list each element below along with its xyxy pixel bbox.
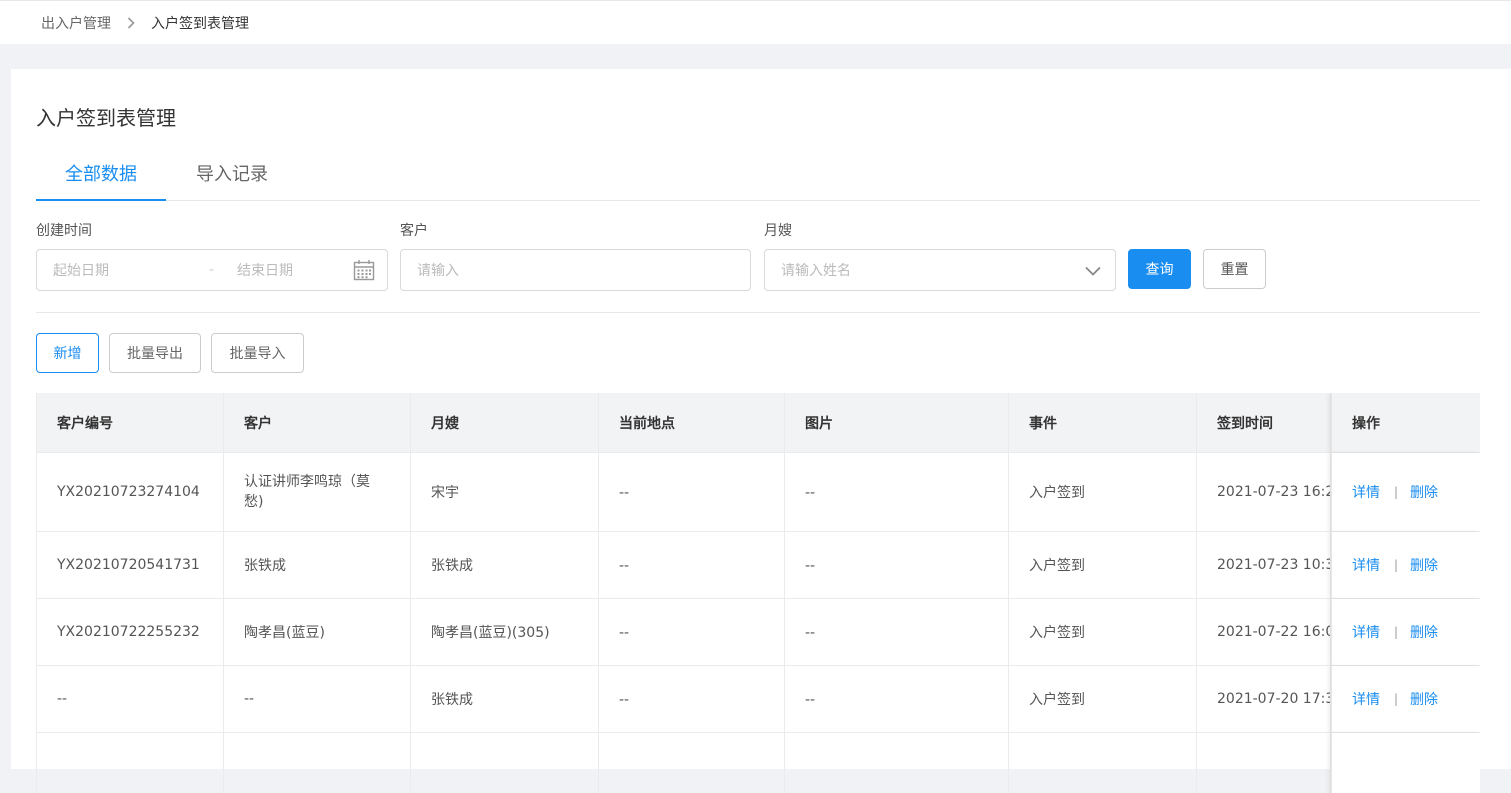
- cell-empty: [411, 733, 599, 793]
- cell-location: --: [599, 599, 785, 665]
- customer-input[interactable]: 请输入: [400, 249, 751, 291]
- cell-actions: 详情 | 删除: [1331, 453, 1480, 531]
- cell-image: --: [785, 453, 1009, 531]
- content-card: 入户签到表管理 全部数据 导入记录 创建时间 客户 月嫂 起始日期 - 结束日期…: [11, 69, 1511, 793]
- chevron-right-icon: [127, 16, 135, 29]
- action-separator: |: [1394, 625, 1399, 639]
- action-separator: |: [1394, 558, 1399, 572]
- cell-actions: 详情 | 删除: [1331, 666, 1480, 732]
- cell-customer-id: --: [37, 666, 224, 732]
- column-header: 客户编号: [37, 393, 224, 452]
- nanny-select[interactable]: 请输入姓名: [764, 249, 1116, 291]
- breadcrumb-parent[interactable]: 出入户管理: [41, 13, 111, 33]
- query-button[interactable]: 查询: [1128, 249, 1191, 289]
- cell-checkin-time: 2021-07-23 10:3: [1197, 532, 1331, 598]
- cell-customer-id: YX20210722255232: [37, 599, 224, 665]
- cell-checkin-time: 2021-07-20 17:3: [1197, 666, 1331, 732]
- cell-event: 入户签到: [1009, 599, 1197, 665]
- cell-empty: [37, 733, 224, 793]
- cell-actions: 详情 | 删除: [1331, 532, 1480, 598]
- column-header: 客户: [224, 393, 411, 452]
- breadcrumb-current: 入户签到表管理: [151, 15, 249, 32]
- cell-image: --: [785, 666, 1009, 732]
- cell-location: --: [599, 666, 785, 732]
- detail-link[interactable]: 详情: [1352, 482, 1380, 502]
- divider: [36, 312, 1480, 313]
- batch-export-button[interactable]: 批量导出: [109, 333, 201, 373]
- customer-label: 客户: [400, 223, 428, 239]
- cell-location: --: [599, 453, 785, 531]
- cell-event: 入户签到: [1009, 532, 1197, 598]
- cell-customer: 认证讲师李鸣琼（莫愁): [224, 453, 411, 531]
- tab-bar: 全部数据 导入记录: [36, 149, 1480, 201]
- table-row: YX20210723274104 认证讲师李鸣琼（莫愁) 宋宇 -- -- 入户…: [37, 453, 1480, 532]
- delete-link[interactable]: 删除: [1410, 622, 1438, 642]
- detail-link[interactable]: 详情: [1352, 622, 1380, 642]
- range-separator: -: [209, 262, 215, 278]
- cell-nanny: 宋宇: [411, 453, 599, 531]
- cell-empty: [1197, 733, 1331, 793]
- column-header: 月嫂: [411, 393, 599, 452]
- chevron-down-icon[interactable]: [1085, 264, 1101, 280]
- cell-nanny: 陶孝昌(蓝豆)(305): [411, 599, 599, 665]
- column-header: 操作: [1331, 393, 1480, 452]
- add-button[interactable]: 新增: [36, 333, 99, 373]
- calendar-icon[interactable]: [353, 259, 375, 285]
- detail-link[interactable]: 详情: [1352, 689, 1380, 709]
- page-title: 入户签到表管理: [36, 106, 176, 130]
- column-header: 签到时间: [1197, 393, 1331, 452]
- cell-customer: 陶孝昌(蓝豆): [224, 599, 411, 665]
- end-date-field[interactable]: 结束日期: [237, 260, 293, 280]
- cell-customer-id: YX20210723274104: [37, 453, 224, 531]
- delete-link[interactable]: 删除: [1410, 689, 1438, 709]
- reset-button[interactable]: 重置: [1203, 249, 1266, 289]
- cell-customer: --: [224, 666, 411, 732]
- start-date-field[interactable]: 起始日期: [53, 260, 109, 280]
- cell-customer: 张铁成: [224, 532, 411, 598]
- checkin-table: 客户编号 客户 月嫂 当前地点 图片 事件 签到时间 操作 YX20210723…: [36, 393, 1480, 793]
- cell-actions: 详情 | 删除: [1331, 599, 1480, 665]
- cell-nanny: 张铁成: [411, 666, 599, 732]
- column-header: 当前地点: [599, 393, 785, 452]
- cell-event: 入户签到: [1009, 666, 1197, 732]
- cell-image: --: [785, 532, 1009, 598]
- cell-checkin-time: 2021-07-22 16:0: [1197, 599, 1331, 665]
- cell-empty: [224, 733, 411, 793]
- cell-checkin-time: 2021-07-23 16:2: [1197, 453, 1331, 531]
- cell-event: 入户签到: [1009, 453, 1197, 531]
- table-row: YX20210722255232 陶孝昌(蓝豆) 陶孝昌(蓝豆)(305) --…: [37, 599, 1480, 666]
- batch-import-button[interactable]: 批量导入: [211, 333, 304, 373]
- action-separator: |: [1394, 485, 1399, 499]
- cell-customer-id: YX20210720541731: [37, 532, 224, 598]
- table-row: [37, 733, 1480, 793]
- date-range-picker[interactable]: 起始日期 - 结束日期: [36, 249, 388, 291]
- action-separator: |: [1394, 692, 1399, 706]
- cell-image: --: [785, 599, 1009, 665]
- delete-link[interactable]: 删除: [1410, 482, 1438, 502]
- tab-all-data[interactable]: 全部数据: [36, 149, 166, 201]
- cell-empty: [599, 733, 785, 793]
- cell-empty: [1009, 733, 1197, 793]
- table-row: YX20210720541731 张铁成 张铁成 -- -- 入户签到 2021…: [37, 532, 1480, 599]
- column-header: 事件: [1009, 393, 1197, 452]
- nanny-label: 月嫂: [764, 223, 792, 239]
- table-header-row: 客户编号 客户 月嫂 当前地点 图片 事件 签到时间 操作: [37, 393, 1480, 453]
- column-header: 图片: [785, 393, 1009, 452]
- breadcrumb: 出入户管理 入户签到表管理: [0, 0, 1511, 44]
- nanny-select-placeholder: 请输入姓名: [781, 263, 851, 279]
- cell-empty: [785, 733, 1009, 793]
- delete-link[interactable]: 删除: [1410, 555, 1438, 575]
- cell-nanny: 张铁成: [411, 532, 599, 598]
- tab-import-records[interactable]: 导入记录: [196, 149, 268, 201]
- table-row: -- -- 张铁成 -- -- 入户签到 2021-07-20 17:3 详情 …: [37, 666, 1480, 733]
- cell-empty: [1331, 733, 1480, 793]
- cell-location: --: [599, 532, 785, 598]
- created-time-label: 创建时间: [36, 223, 92, 239]
- detail-link[interactable]: 详情: [1352, 555, 1380, 575]
